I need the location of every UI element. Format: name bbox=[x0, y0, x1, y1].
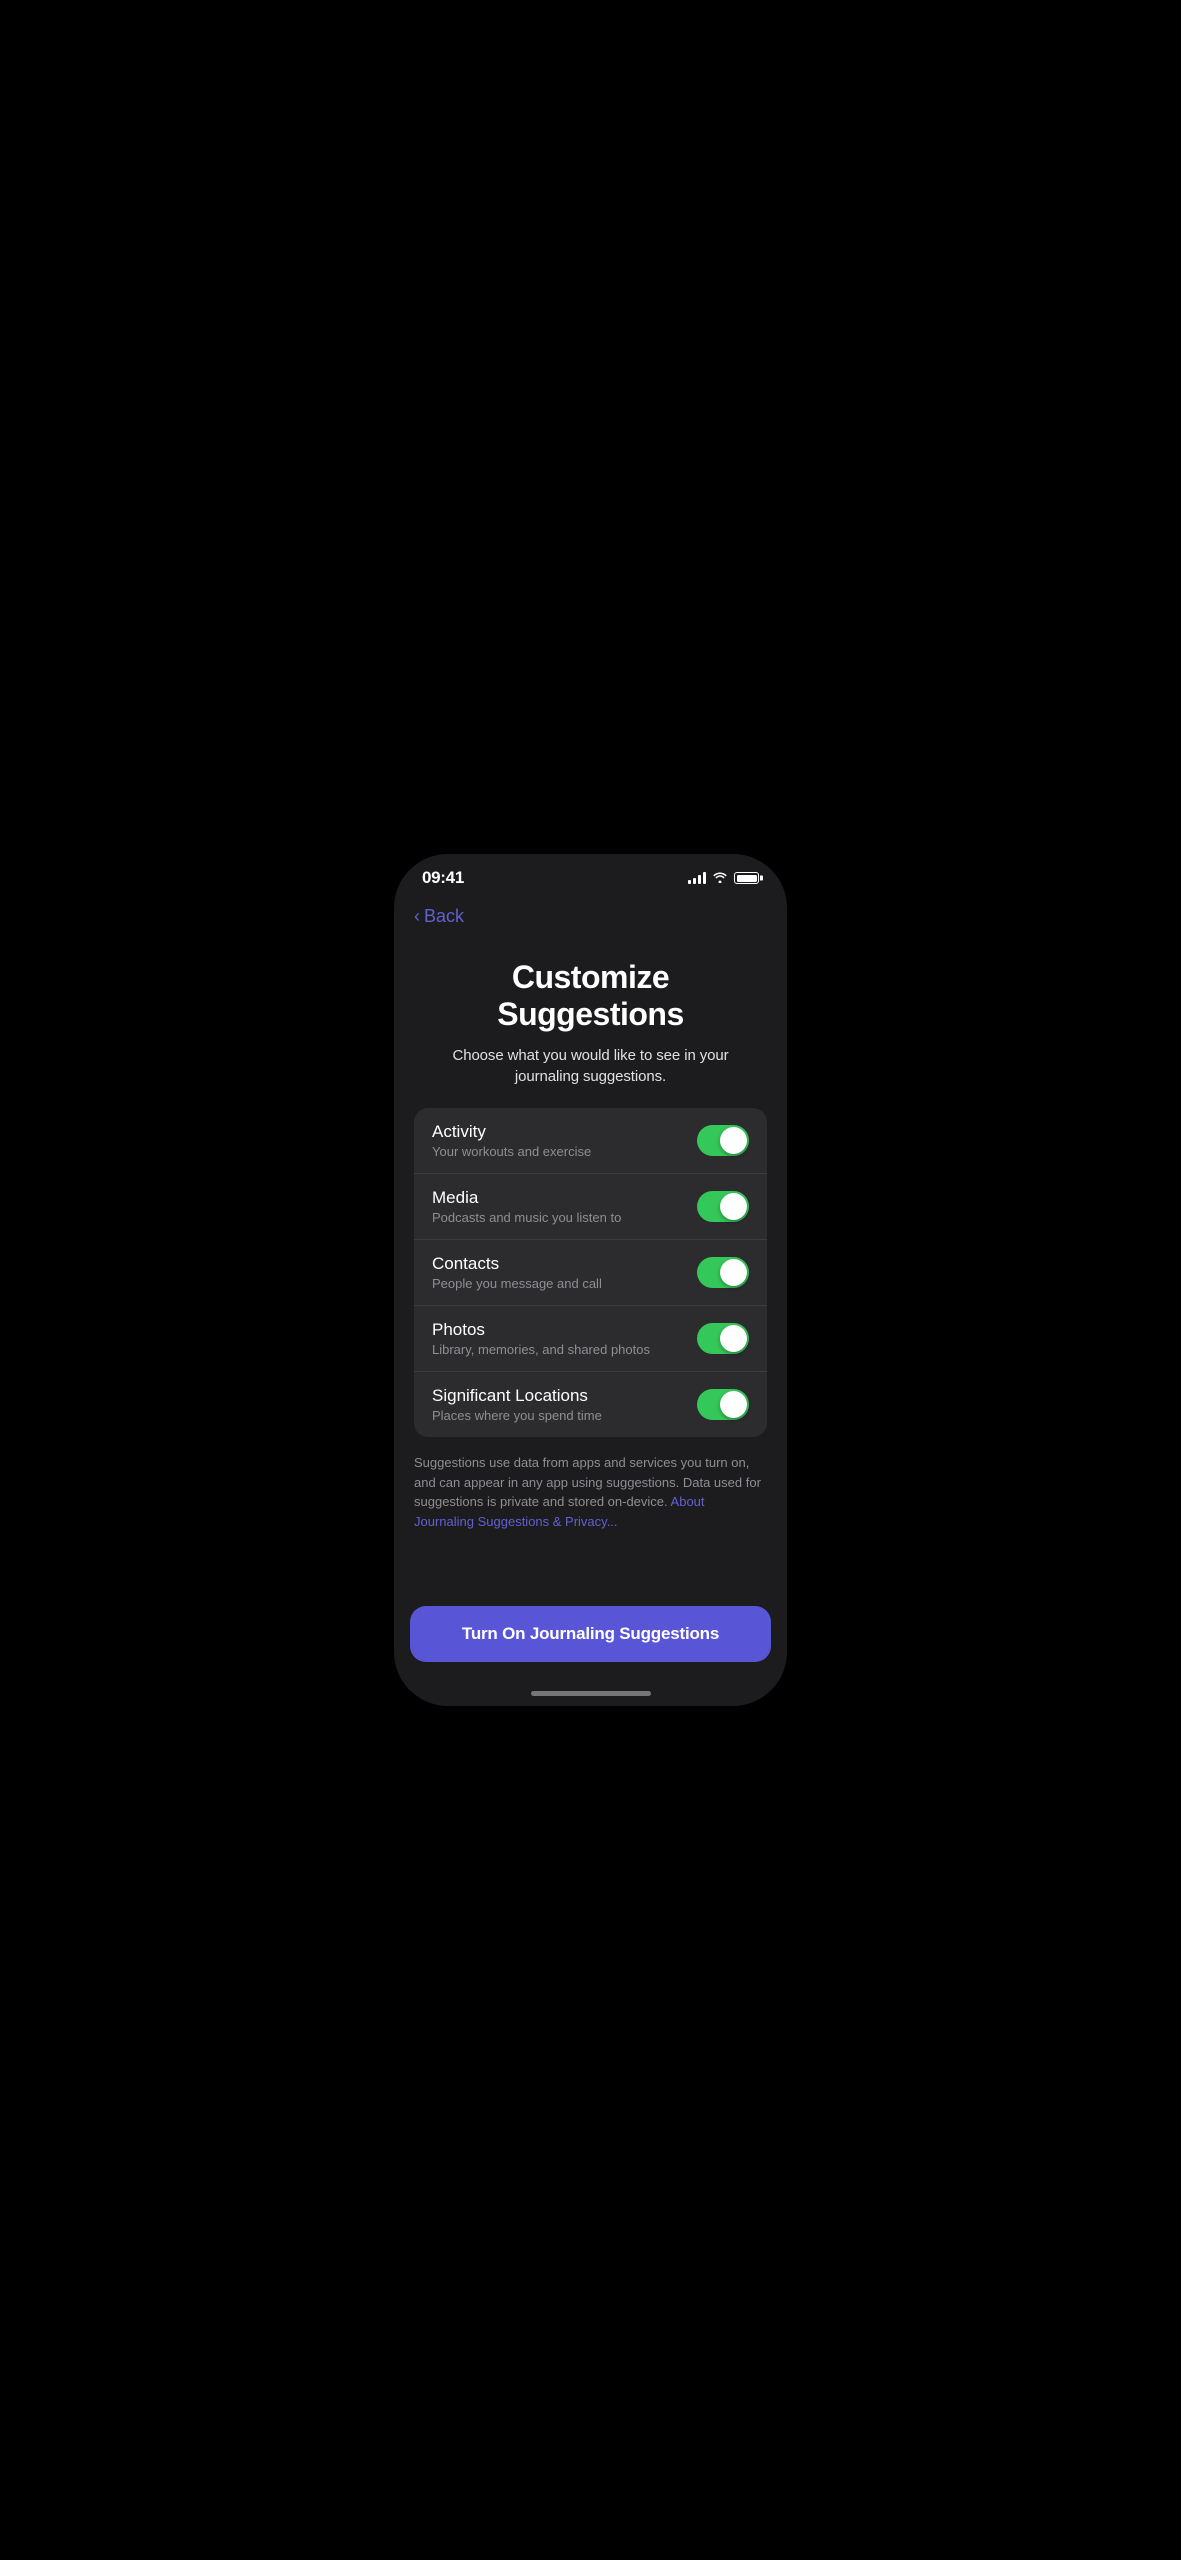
media-subtitle: Podcasts and music you listen to bbox=[432, 1210, 697, 1225]
locations-subtitle: Places where you spend time bbox=[432, 1408, 697, 1423]
contacts-toggle[interactable] bbox=[697, 1257, 749, 1288]
footer-note: Suggestions use data from apps and servi… bbox=[414, 1453, 767, 1531]
toggle-knob bbox=[720, 1259, 747, 1286]
photos-subtitle: Library, memories, and shared photos bbox=[432, 1342, 697, 1357]
toggle-knob bbox=[720, 1193, 747, 1220]
home-bar bbox=[531, 1691, 651, 1696]
page-subtitle: Choose what you would like to see in you… bbox=[424, 1045, 757, 1089]
battery-icon bbox=[734, 872, 759, 884]
photos-toggle[interactable] bbox=[697, 1323, 749, 1354]
settings-row-media: Media Podcasts and music you listen to bbox=[414, 1174, 767, 1240]
locations-title: Significant Locations bbox=[432, 1386, 697, 1406]
settings-row-contacts: Contacts People you message and call bbox=[414, 1240, 767, 1306]
phone-frame: 09:41 ‹ Back bbox=[394, 854, 787, 1706]
media-title: Media bbox=[432, 1188, 697, 1208]
settings-row-activity: Activity Your workouts and exercise bbox=[414, 1108, 767, 1174]
toggle-knob bbox=[720, 1325, 747, 1352]
photos-title: Photos bbox=[432, 1320, 697, 1340]
contacts-title: Contacts bbox=[432, 1254, 697, 1274]
chevron-left-icon: ‹ bbox=[414, 906, 420, 927]
activity-toggle[interactable] bbox=[697, 1125, 749, 1156]
settings-row-locations: Significant Locations Places where you s… bbox=[414, 1372, 767, 1437]
back-label: Back bbox=[424, 906, 464, 927]
turn-on-button[interactable]: Turn On Journaling Suggestions bbox=[410, 1606, 771, 1662]
activity-title: Activity bbox=[432, 1122, 697, 1142]
status-icons bbox=[688, 870, 759, 886]
settings-row-photos: Photos Library, memories, and shared pho… bbox=[414, 1306, 767, 1372]
home-indicator bbox=[394, 1686, 787, 1706]
toggle-knob bbox=[720, 1127, 747, 1154]
nav-bar: ‹ Back bbox=[394, 894, 787, 935]
page-title: Customize Suggestions bbox=[424, 959, 757, 1033]
main-content: Customize Suggestions Choose what you wo… bbox=[394, 935, 787, 1590]
toggle-knob bbox=[720, 1391, 747, 1418]
bottom-section: Turn On Journaling Suggestions bbox=[394, 1590, 787, 1686]
contacts-subtitle: People you message and call bbox=[432, 1276, 697, 1291]
status-bar: 09:41 bbox=[394, 854, 787, 894]
wifi-icon bbox=[712, 870, 728, 886]
status-time: 09:41 bbox=[422, 868, 464, 888]
settings-card: Activity Your workouts and exercise Medi… bbox=[414, 1108, 767, 1437]
signal-bars-icon bbox=[688, 872, 706, 884]
title-section: Customize Suggestions Choose what you wo… bbox=[414, 935, 767, 1108]
activity-subtitle: Your workouts and exercise bbox=[432, 1144, 697, 1159]
locations-toggle[interactable] bbox=[697, 1389, 749, 1420]
back-button[interactable]: ‹ Back bbox=[414, 902, 464, 931]
media-toggle[interactable] bbox=[697, 1191, 749, 1222]
